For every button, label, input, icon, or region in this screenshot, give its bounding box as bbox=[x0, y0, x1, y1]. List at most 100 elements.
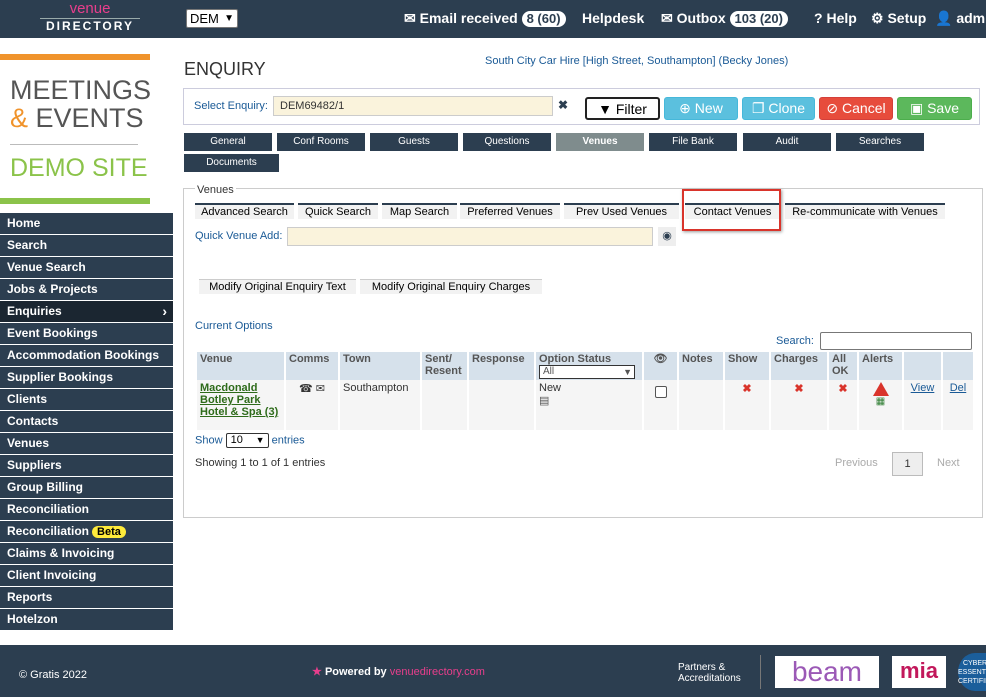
column-header-del[interactable] bbox=[943, 352, 973, 380]
sidebar-item-enquiries[interactable]: Enquiries › bbox=[0, 301, 173, 322]
tab-general[interactable]: General bbox=[184, 133, 272, 151]
subtab-quick-search[interactable]: Quick Search bbox=[298, 203, 378, 219]
next-page-button[interactable]: Next bbox=[937, 457, 960, 469]
viewed-checkbox[interactable] bbox=[654, 386, 667, 398]
column-header-alerts[interactable]: Alerts bbox=[859, 352, 902, 380]
column-header-sent-resent[interactable]: Sent/ Resent bbox=[422, 352, 467, 380]
sidebar-item-supplier-bookings[interactable]: Supplier Bookings bbox=[0, 367, 173, 388]
powered-by[interactable]: ★ Powered by venuedirectory.com bbox=[312, 665, 485, 678]
sidebar-item-group-billing[interactable]: Group Billing bbox=[0, 477, 173, 498]
tab-guests[interactable]: Guests bbox=[370, 133, 458, 151]
venues-legend: Venues bbox=[195, 184, 236, 196]
save-button[interactable]: ▣ Save bbox=[897, 97, 972, 120]
column-header-town[interactable]: Town bbox=[340, 352, 420, 380]
cancel-button[interactable]: ⊘ Cancel bbox=[819, 97, 893, 120]
enquiry-bar: Select Enquiry: DEM69482/1 ✖ ▼ Filter ⊕ … bbox=[183, 88, 980, 125]
beam-logo[interactable]: beam bbox=[775, 656, 879, 688]
sidebar-item-venue-search[interactable]: Venue Search bbox=[0, 257, 173, 278]
column-header-response[interactable]: Response bbox=[469, 352, 534, 380]
quick-venue-add-input[interactable] bbox=[287, 227, 653, 246]
sidebar-item-clients[interactable]: Clients bbox=[0, 389, 173, 410]
tab-documents[interactable]: Documents bbox=[184, 154, 279, 172]
tab-audit[interactable]: Audit bbox=[743, 133, 831, 151]
column-header-venue[interactable]: Venue bbox=[197, 352, 284, 380]
modify-text-label: Modify Original Enquiry Text bbox=[209, 281, 346, 293]
sidebar-item-event-bookings[interactable]: Event Bookings bbox=[0, 323, 173, 344]
subtab-advanced-search[interactable]: Advanced Search bbox=[195, 203, 294, 219]
sidebar-item-contacts[interactable]: Contacts bbox=[0, 411, 173, 432]
header-label: All OK bbox=[832, 353, 849, 377]
column-header-notes[interactable]: Notes bbox=[679, 352, 723, 380]
client-link[interactable]: South City Car Hire [High Street, Southa… bbox=[485, 55, 788, 67]
sidebar-item-claims-invoicing[interactable]: Claims & Invoicing bbox=[0, 543, 173, 564]
phone-icon[interactable]: ☎ bbox=[299, 383, 313, 395]
column-header-comms[interactable]: Comms bbox=[286, 352, 338, 380]
column-header-view[interactable] bbox=[904, 352, 941, 380]
clear-enquiry-icon[interactable]: ✖ bbox=[558, 98, 568, 112]
tab-venues[interactable]: Venues bbox=[556, 133, 644, 151]
sidebar-item-reconciliation[interactable]: Reconciliation bbox=[0, 499, 173, 520]
setup-link[interactable]: ⚙ Setup bbox=[871, 10, 926, 27]
page-title: ENQUIRY bbox=[184, 59, 266, 79]
subtab-prev-used-venues[interactable]: Prev Used Venues bbox=[564, 203, 679, 219]
outbox-link[interactable]: ✉ Outbox 103 (20) bbox=[661, 10, 788, 27]
brand-demo-site: DEMO SITE bbox=[10, 154, 148, 182]
clone-button[interactable]: ❐ Clone bbox=[742, 97, 815, 120]
subtab-map-search[interactable]: Map Search bbox=[382, 203, 457, 219]
sidebar-item-reconciliation-beta[interactable]: Reconciliation Beta bbox=[0, 521, 173, 542]
envelope-icon[interactable]: ✉ bbox=[316, 383, 325, 395]
account-select[interactable]: DEM ▼ bbox=[186, 9, 238, 28]
venue-directory-logo[interactable]: venue DIRECTORY bbox=[40, 1, 140, 34]
header-label: Town bbox=[343, 353, 371, 365]
column-header-all-ok[interactable]: All OK bbox=[829, 352, 857, 380]
mia-logo[interactable]: mia bbox=[892, 656, 946, 688]
tab-file-bank[interactable]: File Bank bbox=[649, 133, 737, 151]
subtab-preferred-venues[interactable]: Preferred Venues bbox=[460, 203, 560, 219]
column-header-viewed[interactable]: 👁 bbox=[644, 352, 677, 380]
column-header-show[interactable]: Show bbox=[725, 352, 769, 380]
brand-bottom-stripe bbox=[0, 198, 150, 204]
helpdesk-link[interactable]: Helpdesk bbox=[582, 10, 644, 26]
warning-icon[interactable] bbox=[872, 382, 889, 396]
document-icon[interactable]: ▤ bbox=[539, 394, 639, 407]
new-button[interactable]: ⊕ New bbox=[664, 97, 738, 120]
page-length-select[interactable]: 10 ▼ bbox=[225, 433, 269, 448]
cyber-essentials-logo[interactable]: CYBER ESSENTIALS CERTIFIED bbox=[958, 653, 986, 691]
eye-icon: 👁 bbox=[653, 353, 668, 365]
header-label: Charges bbox=[774, 353, 819, 365]
help-link[interactable]: ? Help bbox=[814, 10, 857, 26]
modify-enquiry-text-button[interactable]: Modify Original Enquiry Text bbox=[199, 279, 356, 294]
option-status-filter[interactable]: All ▼ bbox=[539, 365, 635, 379]
subtab-label: Prev Used Venues bbox=[575, 206, 668, 218]
sidebar-item-accommodation-bookings[interactable]: Accommodation Bookings bbox=[0, 345, 173, 366]
column-header-option-status[interactable]: Option Status All ▼ bbox=[536, 352, 642, 380]
column-header-charges[interactable]: Charges bbox=[771, 352, 827, 380]
sidebar-item-jobs-projects[interactable]: Jobs & Projects bbox=[0, 279, 173, 300]
header-label: Venue bbox=[200, 353, 233, 365]
enquiry-input[interactable]: DEM69482/1 bbox=[273, 96, 553, 116]
subtab-recommunicate-venues[interactable]: Re-communicate with Venues bbox=[785, 203, 945, 219]
tab-questions[interactable]: Questions bbox=[463, 133, 551, 151]
user-menu[interactable]: 👤 admin bbox=[935, 10, 986, 27]
globe-icon[interactable]: ◉ bbox=[658, 227, 676, 246]
table-search-input[interactable] bbox=[820, 332, 972, 350]
sidebar-item-client-invoicing[interactable]: Client Invoicing bbox=[0, 565, 173, 586]
tab-conf-rooms[interactable]: Conf Rooms bbox=[277, 133, 365, 151]
sidebar-item-reports[interactable]: Reports bbox=[0, 587, 173, 608]
venue-link[interactable]: Macdonald Botley Park Hotel & Spa (3) bbox=[200, 382, 278, 418]
delete-link[interactable]: Del bbox=[950, 382, 967, 394]
sidebar-item-home[interactable]: Home bbox=[0, 213, 173, 234]
sidebar-item-hotelzon[interactable]: Hotelzon bbox=[0, 609, 173, 630]
sidebar-item-search[interactable]: Search bbox=[0, 235, 173, 256]
page-number-button[interactable]: 1 bbox=[892, 452, 923, 476]
sidebar-item-venues[interactable]: Venues bbox=[0, 433, 173, 454]
building-icon[interactable]: ▦ bbox=[862, 396, 899, 407]
tab-searches[interactable]: Searches bbox=[836, 133, 924, 151]
modify-enquiry-charges-button[interactable]: Modify Original Enquiry Charges bbox=[360, 279, 542, 294]
sidebar-item-suppliers[interactable]: Suppliers bbox=[0, 455, 173, 476]
user-name: admin bbox=[956, 10, 986, 26]
filter-button[interactable]: ▼ Filter bbox=[585, 97, 660, 120]
email-received-link[interactable]: ✉ Email received 8 (60) bbox=[404, 10, 566, 27]
previous-page-button[interactable]: Previous bbox=[835, 457, 878, 469]
view-link[interactable]: View bbox=[911, 382, 935, 394]
